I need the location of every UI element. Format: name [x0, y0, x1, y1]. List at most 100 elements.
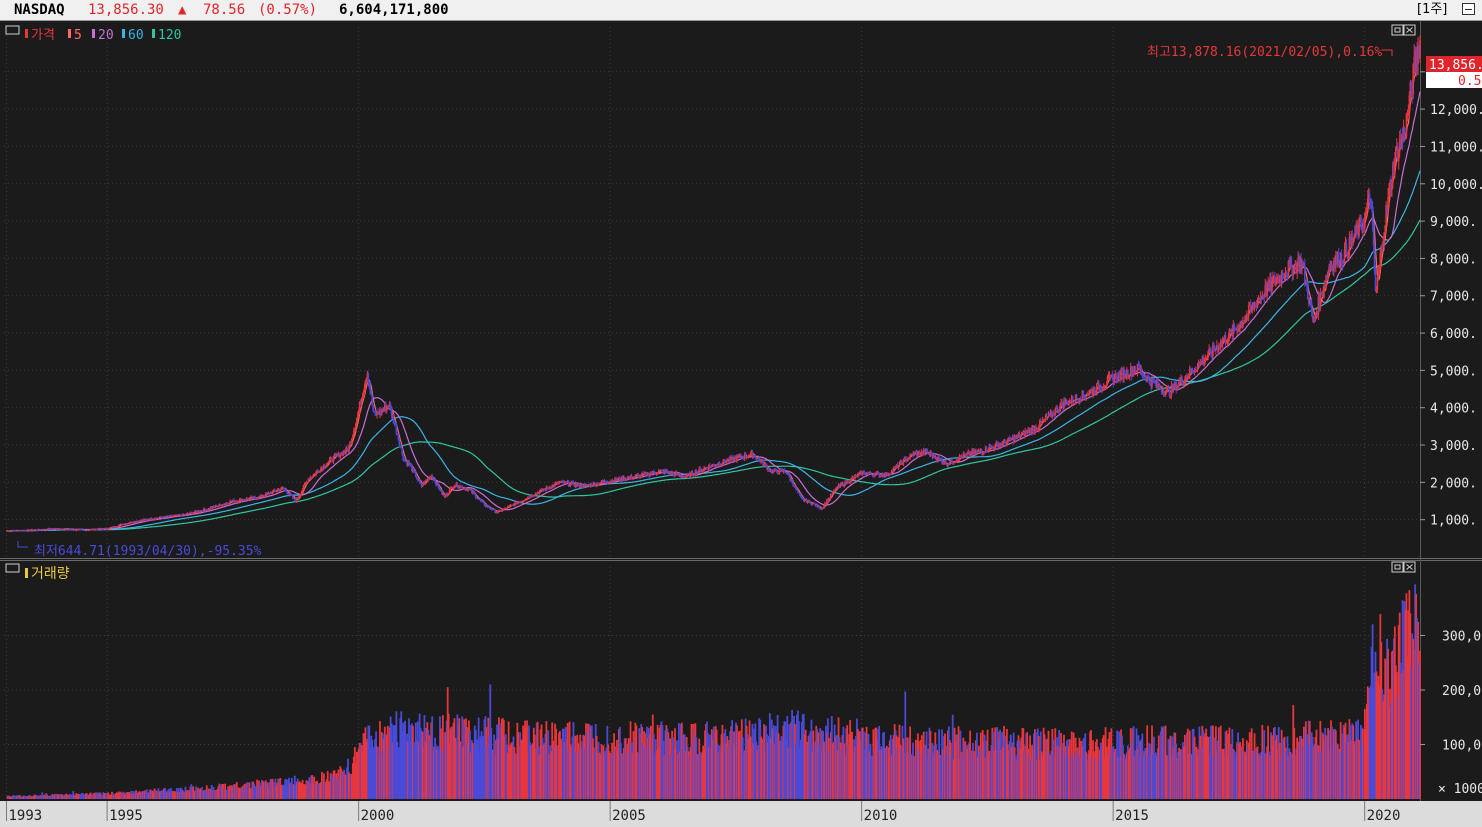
price-candle-body [221, 505, 224, 507]
price-candle-body [418, 479, 421, 482]
symbol-name[interactable]: NASDAQ [14, 0, 65, 20]
price-candle-body [945, 460, 947, 465]
price-candle-body [421, 485, 424, 487]
price-tick-label: 6,000. [1430, 327, 1477, 342]
price-candle-body [413, 468, 415, 471]
last-change-tag-text: 0.5 [1458, 74, 1481, 89]
year-tick-label: 2000 [361, 808, 395, 824]
price-tick-label: 2,000. [1430, 476, 1477, 491]
up-arrow-icon: ▲ [178, 2, 187, 18]
window-menu-icon[interactable] [1462, 3, 1475, 15]
price-candle-body [784, 471, 787, 473]
price-panel [0, 21, 1482, 558]
price-candle-body [808, 500, 811, 502]
price-tick-label: 7,000. [1430, 290, 1477, 305]
price-candle-body [797, 489, 799, 493]
price-candle-body [725, 461, 728, 464]
price-tick-label: 1,000. [1430, 514, 1477, 529]
price-candle-body [1096, 383, 1098, 393]
price-candle-body [765, 463, 767, 466]
last-price-tag-text: 13,856. [1429, 58, 1482, 73]
year-tick-label: 2010 [864, 808, 898, 824]
price-candle-body [482, 501, 485, 503]
price-candle-body [351, 438, 353, 444]
price-tick-label: 3,000. [1430, 439, 1477, 454]
legend-ma5: 5 [74, 28, 82, 43]
high-annotation: 최고13,878.16(2021/02/05),0.16% [1147, 45, 1382, 60]
price-candle-body [546, 486, 549, 488]
price-change: 78.56 [203, 2, 246, 18]
price-candle-body [1327, 271, 1329, 278]
price-candle-body [1221, 341, 1224, 345]
period-selector[interactable]: [1주] [1417, 0, 1447, 20]
price-candle-body [1168, 389, 1171, 396]
year-tick-label: 2015 [1115, 808, 1149, 824]
legend-ma20: 20 [98, 28, 114, 43]
symbol-toolbar: NASDAQ 13,856.30 ▲ 78.56 (0.57%) 6,604,1… [0, 0, 1482, 21]
price-candle-body [437, 482, 439, 486]
price-candle-body [1120, 369, 1122, 380]
price-candle-body [783, 469, 786, 472]
volume-unit-label: × 1000 [1438, 782, 1482, 797]
price-candle-body [863, 471, 866, 475]
price-candle-body [800, 495, 802, 497]
current-price: 13,856.30 [88, 2, 164, 18]
price-candle-body [776, 471, 779, 474]
price-candle-body [619, 477, 621, 481]
price-candle-body [1094, 387, 1096, 393]
price-candle-body [371, 395, 374, 406]
volume-close-icon[interactable] [1403, 561, 1416, 573]
price-candle-body [1068, 403, 1070, 406]
legend-ma120: 120 [158, 28, 181, 43]
price-candle-body [1085, 396, 1088, 398]
price-candle-body [401, 448, 404, 455]
price-candle-body [1082, 390, 1085, 395]
price-candle-body [1419, 39, 1421, 59]
price-candle-body [581, 484, 583, 488]
price-candle-body [448, 489, 451, 494]
price-candle-body [572, 482, 575, 486]
price-candle-body [1191, 368, 1194, 372]
volume-legend: 거래량 [25, 566, 70, 582]
price-tick-label: 5,000. [1430, 364, 1477, 379]
price-candle-body [1247, 305, 1250, 317]
price-candle-body [892, 467, 895, 472]
price-candle-body [869, 471, 872, 474]
price-candle-body [105, 528, 107, 530]
price-candle-body [228, 503, 230, 505]
price-candle-body [297, 496, 300, 499]
price-candle-body [985, 446, 988, 452]
price-candle-body [456, 482, 459, 488]
year-tick-label: 2020 [1367, 808, 1401, 824]
price-candle-body [348, 445, 350, 452]
price-tick-label: 10,000. [1430, 178, 1482, 193]
price-candle-body [1046, 417, 1049, 419]
price-candle-body [1031, 427, 1033, 434]
legend-volume: 거래량 [31, 566, 70, 582]
price-candle-body [1372, 224, 1375, 246]
price-candle-body [1054, 408, 1057, 416]
price-candle-body [1149, 380, 1151, 384]
stock-chart[interactable]: 가격 5 20 60 120 거래량 1,000. 2,000. 3,000. 4,0… [0, 21, 1482, 827]
price-tick-label: 8,000. [1430, 252, 1477, 267]
price-candle-body [1075, 394, 1078, 399]
year-tick-label: 1995 [109, 808, 143, 824]
price-candle-body [294, 497, 296, 501]
close-icon[interactable] [1403, 24, 1416, 36]
maximize-icon[interactable] [1391, 24, 1404, 36]
trade-volume: 6,604,171,800 [339, 2, 449, 18]
price-candle-body [395, 424, 398, 434]
price-tick-label: 9,000. [1430, 215, 1477, 230]
price-candle-body [400, 445, 403, 449]
volume-tick-label: 300,0 [1442, 630, 1481, 645]
price-tick-label: 11,000. [1430, 140, 1482, 155]
volume-tick-label: 100,0 [1442, 739, 1481, 754]
volume-tick-label: 200,0 [1442, 684, 1481, 699]
price-legend: 가격 5 20 60 120 [25, 28, 181, 43]
volume-maximize-icon[interactable] [1391, 561, 1404, 573]
price-candle-body [775, 469, 778, 472]
year-tick-label: 1993 [9, 808, 43, 824]
year-tick-label: 2005 [612, 808, 646, 824]
x-axis-bar [0, 801, 1482, 827]
price-candle-body [372, 405, 374, 412]
